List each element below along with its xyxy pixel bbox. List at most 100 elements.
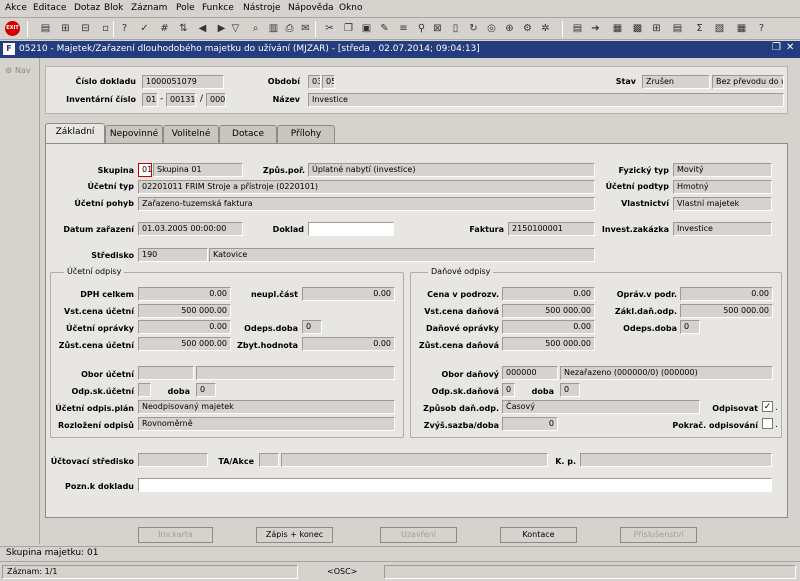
pozn-k-dokladu-field[interactable] <box>138 478 772 492</box>
mail-icon[interactable]: ✉ <box>298 21 313 36</box>
paste-icon[interactable]: ▣ <box>359 21 374 36</box>
help-icon[interactable]: ? <box>754 21 769 36</box>
obor-ucetni-name-field[interactable] <box>196 366 395 380</box>
lock-icon[interactable]: ⊠ <box>430 21 445 36</box>
fyzicky-typ-field[interactable]: Movitý <box>673 163 772 177</box>
inv-karta-button[interactable]: Inv.karta <box>138 527 213 543</box>
zpus-por-field[interactable]: Úplatné nabytí (investice) <box>308 163 595 177</box>
zust-cena-ucetni-field[interactable]: 500 000.00 <box>138 337 231 351</box>
skupina-code-field[interactable]: 01 <box>138 163 152 177</box>
cut-icon[interactable]: ✂ <box>322 21 337 36</box>
stav-field[interactable]: Zrušen <box>642 75 710 89</box>
neupl-cast-field[interactable]: 0.00 <box>302 287 395 301</box>
restore-icon[interactable]: ❐ <box>772 42 781 53</box>
calculator-icon[interactable]: ▦ <box>610 21 625 36</box>
menu-pole[interactable]: Pole <box>176 3 195 13</box>
stav-description-field[interactable]: Bez převodu do ú <box>712 75 784 89</box>
notes-icon[interactable]: ▤ <box>570 21 585 36</box>
rozlozeni-odpisu-field[interactable]: Rovnoměrně <box>138 417 395 431</box>
tab-zakladni[interactable]: Základní <box>45 123 105 144</box>
export-icon[interactable]: ▧ <box>712 21 727 36</box>
forward-icon[interactable]: ➔ <box>588 21 603 36</box>
menu-nastroje[interactable]: Nástroje <box>243 3 281 13</box>
ta-akce-name-field[interactable] <box>281 453 548 467</box>
attach-icon[interactable]: ⚲ <box>414 21 429 36</box>
oprav-v-podr-field[interactable]: 0.00 <box>680 287 773 301</box>
menu-akce[interactable]: Akce <box>5 3 27 13</box>
grid-icon[interactable]: ▩ <box>630 21 645 36</box>
zpusob-dan-odp-field[interactable]: Časový <box>502 400 700 414</box>
obdobi-field-1[interactable]: 03 <box>308 75 321 89</box>
count-icon[interactable]: # <box>157 21 172 36</box>
ucetni-typ-field[interactable]: 02201011 FRIM Stroje a přístroje (022010… <box>138 180 595 194</box>
nav-label[interactable]: Nav <box>15 66 31 75</box>
doba-ucetni-field[interactable]: 0 <box>196 383 216 397</box>
find-icon[interactable]: ▥ <box>266 21 281 36</box>
tab-nepovinne[interactable]: Nepovinné <box>105 125 163 143</box>
tab-prilohy[interactable]: Přílohy <box>277 125 335 143</box>
zoom-icon[interactable]: ⌕ <box>248 21 263 36</box>
cena-v-podrozv-field[interactable]: 0.00 <box>502 287 595 301</box>
query-icon[interactable]: ? <box>117 21 132 36</box>
vst-cena-ucetni-field[interactable]: 500 000.00 <box>138 304 231 318</box>
close-icon[interactable]: ✕ <box>786 42 794 53</box>
filter-icon[interactable]: ▽ <box>228 21 243 36</box>
tab-dotace[interactable]: Dotace <box>219 125 277 143</box>
previous-icon[interactable]: ◀ <box>195 21 210 36</box>
sheet-icon[interactable]: ▦ <box>734 21 749 36</box>
exit-icon[interactable]: EXIT <box>5 21 20 36</box>
menu-editace[interactable]: Editace <box>33 3 66 13</box>
list-icon[interactable]: ≡ <box>396 21 411 36</box>
ucetni-podtyp-field[interactable]: Hmotný <box>673 180 772 194</box>
refresh-icon[interactable]: ↻ <box>466 21 481 36</box>
next-icon[interactable]: ▶ <box>214 21 229 36</box>
ucetni-odpis-plan-field[interactable]: Neodpisovaný majetek <box>138 400 395 414</box>
pokrac-odpisovani-checkbox[interactable] <box>762 418 773 429</box>
stredisko-code-field[interactable]: 190 <box>138 248 208 262</box>
sort-icon[interactable]: ⇅ <box>176 21 191 36</box>
report-icon[interactable]: ▤ <box>670 21 685 36</box>
execute-query-icon[interactable]: ✓ <box>137 21 152 36</box>
menu-funkce[interactable]: Funkce <box>202 3 234 13</box>
doklad-field[interactable] <box>308 222 394 236</box>
nav-icon[interactable]: ⚙ <box>5 66 12 75</box>
copy-icon[interactable]: ❐ <box>341 21 356 36</box>
edit-icon[interactable]: ✎ <box>377 21 392 36</box>
world-icon[interactable]: ◎ <box>484 21 499 36</box>
tools-icon[interactable]: ⚙ <box>520 21 535 36</box>
print-icon[interactable]: ⎙ <box>282 21 297 36</box>
sum-icon[interactable]: Σ <box>692 21 707 36</box>
odeps-doba-danova-field[interactable]: 0 <box>680 320 700 334</box>
ta-akce-code-field[interactable] <box>259 453 279 467</box>
inventarni-cislo-part3[interactable]: 000 <box>206 93 226 107</box>
skupina-name-field[interactable]: Skupina 01 <box>153 163 243 177</box>
datum-zarazeni-field[interactable]: 01.03.2005 00:00:00 <box>138 222 243 236</box>
zapis-konec-button[interactable]: Zápis + konec <box>256 527 333 543</box>
ucetni-pohyb-field[interactable]: Zařazeno-tuzemská faktura <box>138 197 595 211</box>
table-icon[interactable]: ⊞ <box>649 21 664 36</box>
uzavreni-button[interactable]: Uzavření <box>380 527 457 543</box>
clear-icon[interactable]: ▫ <box>98 21 113 36</box>
menu-napoveda[interactable]: Nápověda <box>288 3 334 13</box>
odp-sk-danova-field[interactable]: 0 <box>502 383 515 397</box>
obor-ucetni-code-field[interactable] <box>138 366 194 380</box>
obdobi-field-2[interactable]: 05 <box>322 75 335 89</box>
insert-record-icon[interactable]: ⊞ <box>58 21 73 36</box>
settings-icon[interactable]: ✲ <box>538 21 553 36</box>
zust-cena-danova-field[interactable]: 500 000.00 <box>502 337 595 351</box>
save-icon[interactable]: ▤ <box>38 21 53 36</box>
inventarni-cislo-part2[interactable]: 00131 <box>166 93 196 107</box>
dph-celkem-field[interactable]: 0.00 <box>138 287 231 301</box>
cislo-dokladu-field[interactable]: 1000051079 <box>142 75 224 89</box>
prislusenstvi-button[interactable]: Příslušenství <box>620 527 697 543</box>
zbyt-hodnota-field[interactable]: 0.00 <box>302 337 395 351</box>
menu-okno[interactable]: Okno <box>339 3 363 13</box>
delete-record-icon[interactable]: ⊟ <box>78 21 93 36</box>
tab-volitelne[interactable]: Volitelné <box>163 125 219 143</box>
menu-zaznam[interactable]: Záznam <box>131 3 167 13</box>
globe-icon[interactable]: ⊕ <box>502 21 517 36</box>
invest-zakazka-field[interactable]: Investice <box>673 222 772 236</box>
menu-blok[interactable]: Blok <box>104 3 123 13</box>
odp-sk-ucetni-field[interactable] <box>138 383 151 397</box>
menu-dotaz[interactable]: Dotaz <box>74 3 100 13</box>
